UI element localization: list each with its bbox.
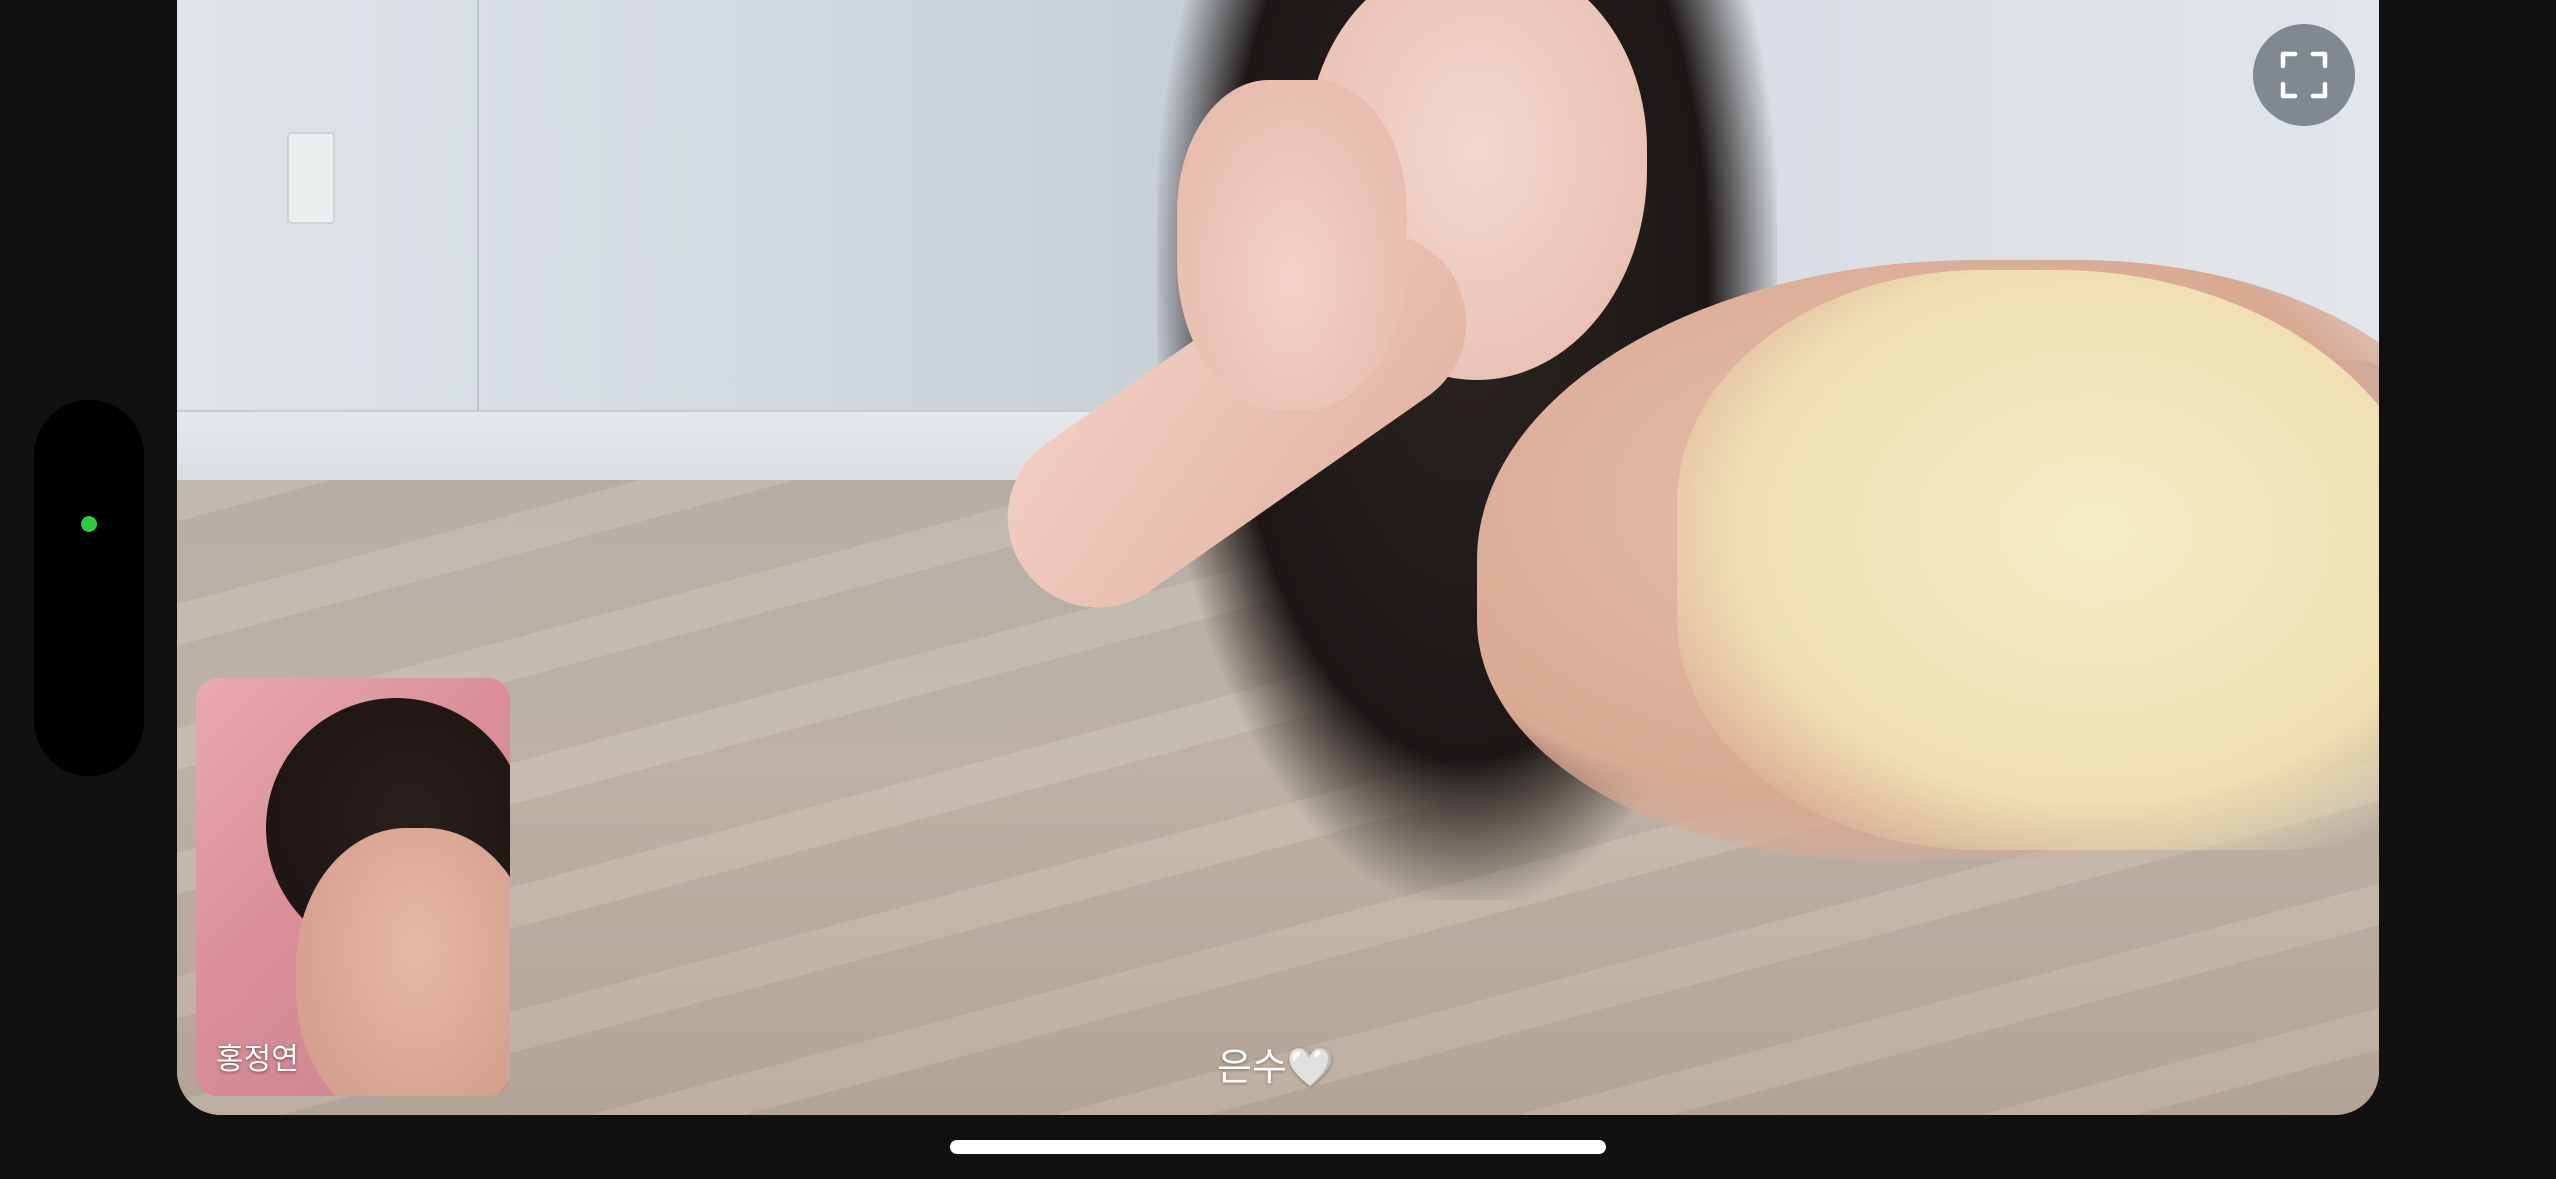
fullscreen-button[interactable] <box>2253 24 2355 126</box>
fullscreen-icon <box>2280 51 2328 99</box>
video-person-dress <box>1677 270 2379 850</box>
home-indicator[interactable] <box>950 1140 1606 1154</box>
video-call-screen: 은수🤍 홍정연 <box>0 0 2556 1179</box>
video-wall-outlet <box>287 132 335 224</box>
remote-participant-name: 은수🤍 <box>1217 1045 1335 1089</box>
video-person-hand <box>1177 80 1407 410</box>
self-video-preview[interactable]: 홍정연 <box>196 678 510 1096</box>
dynamic-island <box>34 400 144 776</box>
self-participant-name: 홍정연 <box>216 1042 299 1077</box>
camera-in-use-indicator <box>81 516 97 532</box>
self-preview-face <box>296 828 510 1096</box>
